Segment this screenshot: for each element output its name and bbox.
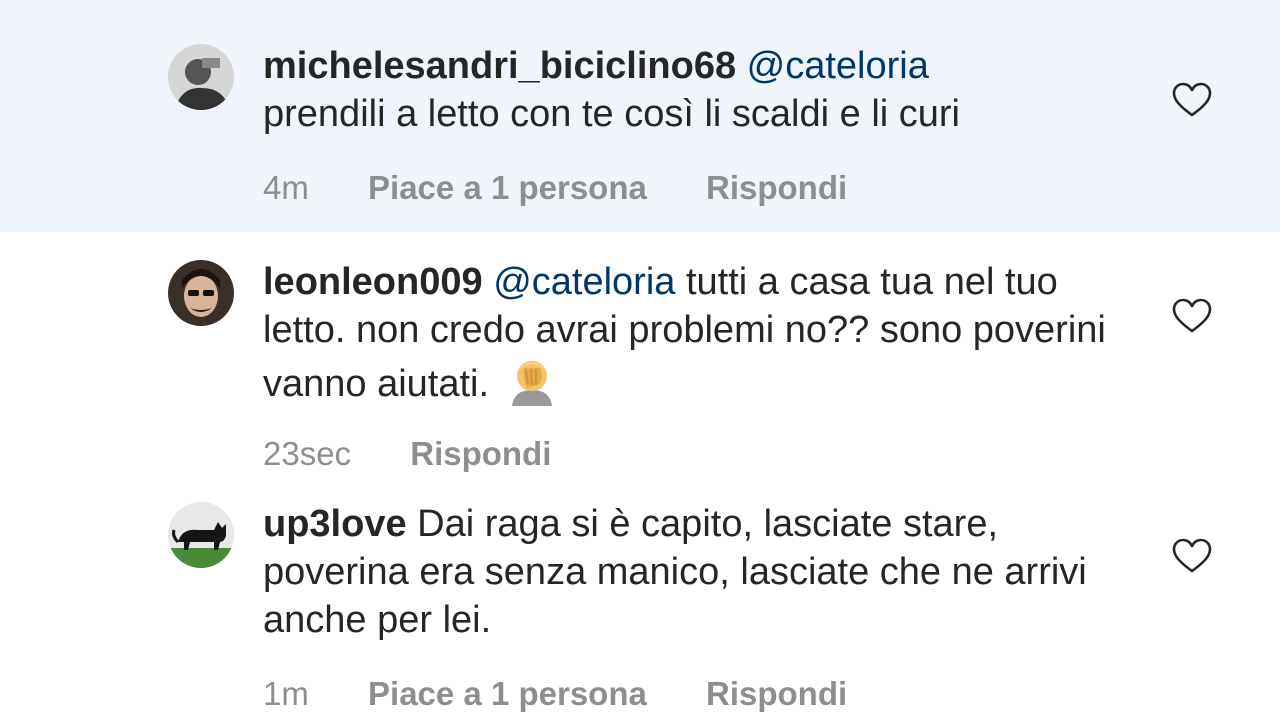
facepalm-emoji-icon <box>506 354 558 418</box>
comment-likes-link[interactable]: Piace a 1 persona <box>368 675 647 712</box>
comment-timestamp: 1m <box>263 675 309 712</box>
cat-avatar-icon[interactable] <box>168 502 234 568</box>
reply-button[interactable]: Rispondi <box>706 169 847 206</box>
comment-text: up3love Dai raga si è capito, lasciate s… <box>263 500 1123 644</box>
user-avatar-icon[interactable] <box>168 260 234 326</box>
comment-item: leonleon009 @cateloria tutti a casa tua … <box>0 232 1280 482</box>
comment-timestamp: 23sec <box>263 435 352 472</box>
comment-username[interactable]: leonleon009 <box>263 261 483 303</box>
comment-text: michelesandri_biciclino68 @cateloria pre… <box>263 42 1123 138</box>
comment-meta: 23sec Rispondi <box>263 434 601 474</box>
reply-button[interactable]: Rispondi <box>410 435 551 472</box>
comment-likes-link[interactable]: Piace a 1 persona <box>368 169 647 206</box>
comment-item: up3love Dai raga si è capito, lasciate s… <box>0 482 1280 720</box>
heart-outline-icon[interactable] <box>1172 298 1212 334</box>
heart-outline-icon[interactable] <box>1172 82 1212 118</box>
comment-meta: 1m Piace a 1 persona Rispondi <box>263 674 897 714</box>
heart-outline-icon[interactable] <box>1172 538 1212 574</box>
comment-mention[interactable]: @cateloria <box>493 261 675 303</box>
comment-body: prendili a letto con te così li scaldi e… <box>263 93 960 135</box>
user-avatar-icon[interactable] <box>168 44 234 110</box>
comment-text: leonleon009 @cateloria tutti a casa tua … <box>263 258 1123 418</box>
reply-button[interactable]: Rispondi <box>706 675 847 712</box>
comment-mention[interactable]: @cateloria <box>747 45 929 87</box>
comment-username[interactable]: michelesandri_biciclino68 <box>263 45 736 87</box>
comment-item: michelesandri_biciclino68 @cateloria pre… <box>0 0 1280 232</box>
comment-username[interactable]: up3love <box>263 503 407 545</box>
comment-meta: 4m Piace a 1 persona Rispondi <box>263 168 897 208</box>
comment-timestamp: 4m <box>263 169 309 206</box>
